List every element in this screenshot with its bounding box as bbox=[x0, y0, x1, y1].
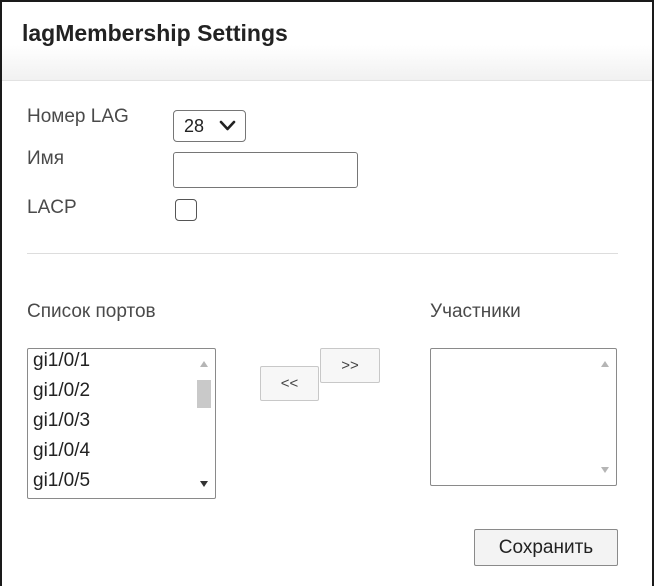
chevron-down-icon bbox=[219, 120, 236, 131]
triangle-up-icon[interactable] bbox=[600, 360, 610, 368]
remove-member-button[interactable]: << bbox=[260, 366, 319, 401]
name-label: Имя bbox=[27, 148, 65, 169]
ports-scrollbar[interactable] bbox=[194, 350, 214, 497]
members-scrollbar[interactable] bbox=[595, 350, 615, 484]
page-title: lagMembership Settings bbox=[22, 20, 288, 46]
lag-number-value: 28 bbox=[184, 116, 205, 136]
lag-number-label: Номер LAG bbox=[27, 106, 129, 127]
panel-header: lagMembership Settings bbox=[2, 2, 652, 81]
triangle-down-icon[interactable] bbox=[600, 466, 610, 474]
section-divider bbox=[27, 253, 618, 254]
list-item[interactable]: gi1/0/1 bbox=[33, 350, 90, 372]
ports-list-label: Список портов bbox=[27, 301, 156, 322]
name-input[interactable] bbox=[173, 152, 358, 188]
save-button[interactable]: Сохранить bbox=[474, 529, 618, 566]
list-item[interactable]: gi1/0/2 bbox=[33, 380, 90, 402]
list-item[interactable]: gi1/0/4 bbox=[33, 440, 90, 462]
lacp-checkbox[interactable] bbox=[175, 199, 197, 221]
ports-listbox[interactable]: gi1/0/1 gi1/0/2 gi1/0/3 gi1/0/4 gi1/0/5 bbox=[27, 348, 216, 499]
add-member-button[interactable]: >> bbox=[320, 348, 380, 383]
list-item[interactable]: gi1/0/3 bbox=[33, 410, 90, 432]
list-item[interactable]: gi1/0/5 bbox=[33, 470, 90, 492]
triangle-up-icon[interactable] bbox=[199, 360, 209, 368]
lacp-label: LACP bbox=[27, 197, 77, 218]
members-list-label: Участники bbox=[430, 301, 521, 322]
members-listbox[interactable] bbox=[430, 348, 617, 486]
triangle-down-icon[interactable] bbox=[199, 480, 209, 488]
scroll-thumb[interactable] bbox=[197, 380, 211, 408]
lag-number-select[interactable]: 28 bbox=[173, 110, 246, 142]
